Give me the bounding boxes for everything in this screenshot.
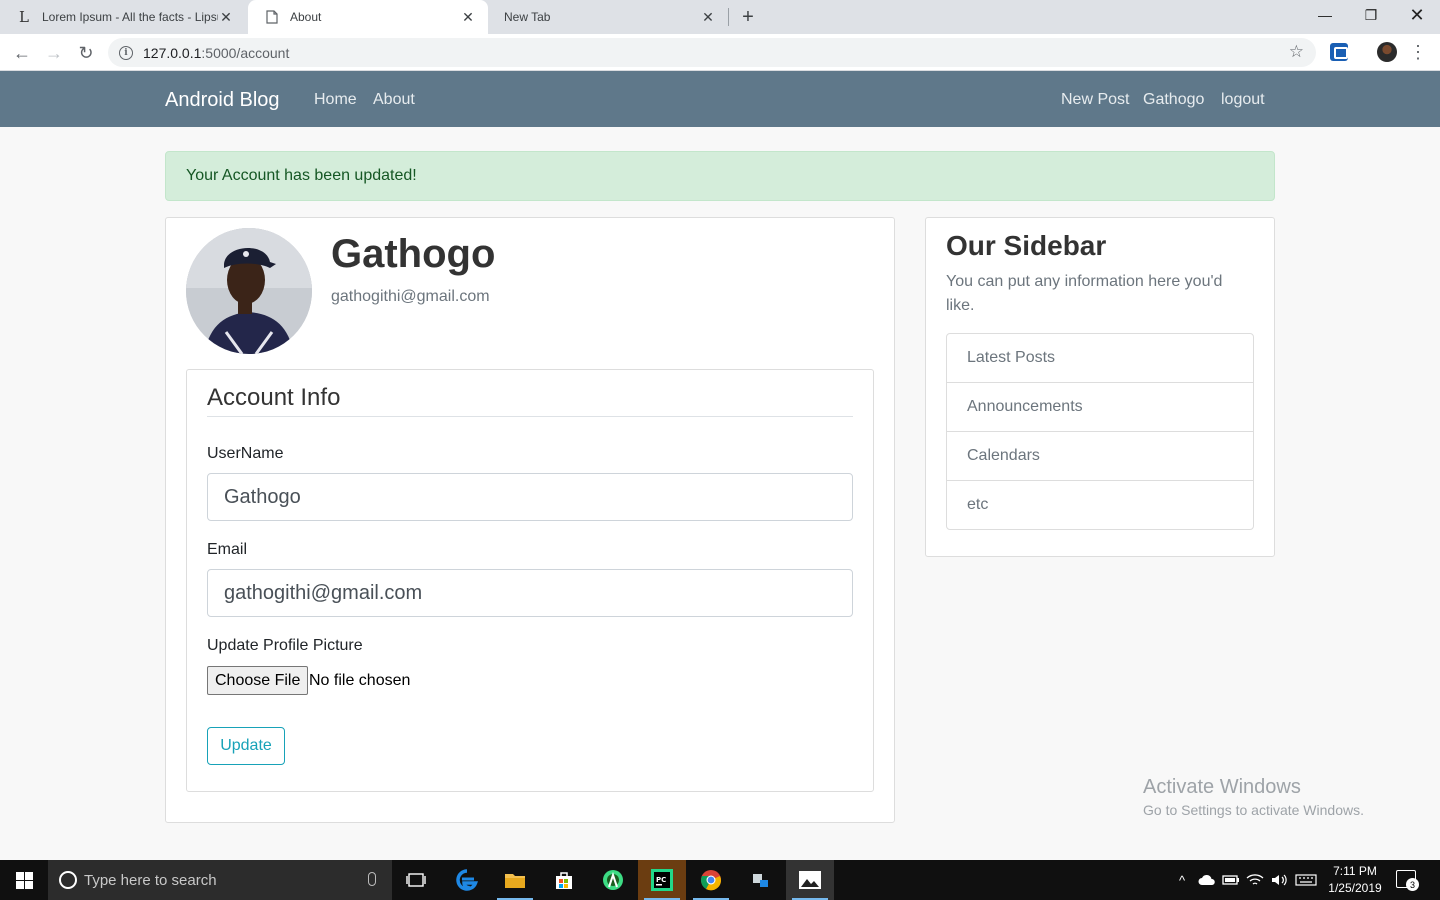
sidebar-item-calendars[interactable]: Calendars bbox=[947, 431, 1253, 480]
clock-date: 1/25/2019 bbox=[1328, 881, 1382, 895]
picture-label: Update Profile Picture bbox=[207, 637, 363, 654]
brand-link[interactable]: Android Blog bbox=[165, 89, 280, 112]
profile-avatar bbox=[186, 228, 312, 354]
sidebar-text: You can put any information here you'd l… bbox=[946, 273, 1223, 314]
show-hidden-icons-icon[interactable]: ^ bbox=[1172, 860, 1192, 900]
email-label: Email bbox=[207, 541, 248, 558]
nav-logout-link[interactable]: logout bbox=[1221, 91, 1265, 109]
lipsum-favicon-icon: L bbox=[19, 8, 29, 26]
email-field[interactable]: gathogithi@gmail.com bbox=[207, 569, 853, 617]
tab-new-tab[interactable]: New Tab ✕ bbox=[488, 0, 728, 34]
back-icon[interactable]: ← bbox=[8, 39, 36, 67]
username-label: UserName bbox=[207, 445, 284, 462]
tab-lorem-ipsum[interactable]: L Lorem Ipsum - All the facts - Lipsum ✕ bbox=[0, 0, 246, 34]
reload-icon[interactable]: ↻ bbox=[72, 39, 100, 67]
windows-taskbar: Type here to search PC ^ 7:11 PM 1/25/20… bbox=[0, 860, 1440, 900]
battery-icon[interactable] bbox=[1220, 860, 1242, 900]
new-tab-icon[interactable]: + bbox=[736, 5, 760, 29]
browser-toolbar: ← → ↻ i 127.0.0.1:5000/account ☆ ⋮ bbox=[0, 34, 1440, 71]
minimize-icon[interactable]: — bbox=[1302, 0, 1348, 30]
sidebar-title: Our Sidebar bbox=[946, 230, 1107, 261]
address-bar[interactable]: i 127.0.0.1:5000/account ☆ bbox=[108, 38, 1316, 67]
nav-about-link[interactable]: About bbox=[373, 91, 415, 109]
account-form: Account Info UserName Gathogo Email gath… bbox=[186, 369, 874, 792]
wifi-icon[interactable] bbox=[1244, 860, 1266, 900]
extension-icon[interactable] bbox=[1330, 43, 1348, 61]
info-icon[interactable]: i bbox=[119, 45, 133, 60]
activate-windows-title: Activate Windows bbox=[1143, 776, 1301, 798]
tab-about[interactable]: About ✕ bbox=[248, 0, 488, 34]
chrome-icon[interactable] bbox=[687, 860, 735, 900]
tab-title: About bbox=[290, 10, 322, 24]
onedrive-icon[interactable] bbox=[1196, 860, 1218, 900]
close-icon[interactable]: ✕ bbox=[700, 9, 716, 25]
volume-icon[interactable] bbox=[1268, 860, 1290, 900]
tab-title: New Tab bbox=[504, 10, 551, 24]
file-explorer-icon[interactable] bbox=[491, 860, 539, 900]
menu-kebab-icon[interactable]: ⋮ bbox=[1408, 40, 1428, 64]
legend-divider bbox=[207, 416, 853, 417]
tab-separator bbox=[728, 8, 729, 26]
start-button[interactable] bbox=[0, 860, 48, 900]
nav-account-link[interactable]: Gathogo bbox=[1143, 91, 1204, 109]
nav-new-post-link[interactable]: New Post bbox=[1061, 91, 1129, 109]
taskbar-search[interactable]: Type here to search bbox=[48, 860, 392, 900]
window-close-icon[interactable]: ✕ bbox=[1394, 0, 1440, 30]
sidebar-item-etc[interactable]: etc bbox=[947, 480, 1253, 529]
nav-home-link[interactable]: Home bbox=[314, 91, 357, 109]
pycharm-icon[interactable]: PC bbox=[638, 860, 686, 900]
profile-avatar-icon[interactable] bbox=[1377, 42, 1397, 62]
bookmark-star-icon[interactable]: ☆ bbox=[1289, 42, 1304, 62]
svg-text:PC: PC bbox=[656, 876, 666, 884]
update-button[interactable]: Update bbox=[207, 727, 285, 765]
username-field[interactable]: Gathogo bbox=[207, 473, 853, 521]
activate-windows-subtitle: Go to Settings to activate Windows. bbox=[1143, 802, 1364, 818]
task-view-icon[interactable] bbox=[392, 860, 440, 900]
profile-email: gathogithi@gmail.com bbox=[331, 288, 490, 305]
sidebar-item-announcements[interactable]: Announcements bbox=[947, 382, 1253, 431]
account-card: Gathogo gathogithi@gmail.com Account Inf… bbox=[165, 217, 895, 823]
store-icon[interactable] bbox=[540, 860, 588, 900]
restore-icon[interactable]: ❐ bbox=[1348, 0, 1394, 30]
tab-title: Lorem Ipsum - All the facts - Lipsum bbox=[42, 10, 218, 24]
clock-time: 7:11 PM bbox=[1333, 864, 1377, 878]
network-app-icon[interactable] bbox=[737, 860, 785, 900]
keyboard-icon[interactable] bbox=[1294, 860, 1318, 900]
browser-tab-strip: L Lorem Ipsum - All the facts - Lipsum ✕… bbox=[0, 0, 1440, 34]
sidebar-item-latest-posts[interactable]: Latest Posts bbox=[947, 334, 1253, 382]
sidebar-card: Our Sidebar You can put any information … bbox=[925, 217, 1275, 557]
file-status: No file chosen bbox=[309, 672, 411, 689]
forward-icon[interactable]: → bbox=[40, 39, 68, 67]
url-path: :5000/account bbox=[201, 44, 290, 61]
taskbar-search-placeholder: Type here to search bbox=[84, 871, 217, 889]
choose-file-button[interactable]: Choose File bbox=[207, 666, 309, 695]
notification-count-badge: 3 bbox=[1406, 878, 1419, 891]
close-icon[interactable]: ✕ bbox=[460, 9, 476, 25]
url-host: 127.0.0.1 bbox=[143, 44, 202, 61]
sidebar-list: Latest Posts Announcements Calendars etc bbox=[946, 333, 1254, 530]
success-alert: Your Account has been updated! bbox=[165, 151, 1275, 201]
form-legend: Account Info bbox=[207, 384, 341, 411]
windows-logo-icon bbox=[15, 871, 33, 889]
cortana-icon bbox=[59, 871, 77, 889]
taskbar-clock[interactable]: 7:11 PM 1/25/2019 bbox=[1320, 863, 1390, 897]
close-icon[interactable]: ✕ bbox=[218, 9, 234, 25]
photos-icon[interactable] bbox=[786, 860, 834, 900]
edge-icon[interactable] bbox=[443, 860, 491, 900]
page-icon bbox=[264, 9, 280, 25]
profile-username: Gathogo bbox=[331, 232, 496, 276]
microphone-icon[interactable] bbox=[368, 872, 376, 886]
site-navbar: Android Blog Home About New Post Gathogo… bbox=[0, 71, 1440, 127]
address-url[interactable]: 127.0.0.1:5000/account bbox=[143, 45, 289, 61]
android-studio-icon[interactable] bbox=[589, 860, 637, 900]
